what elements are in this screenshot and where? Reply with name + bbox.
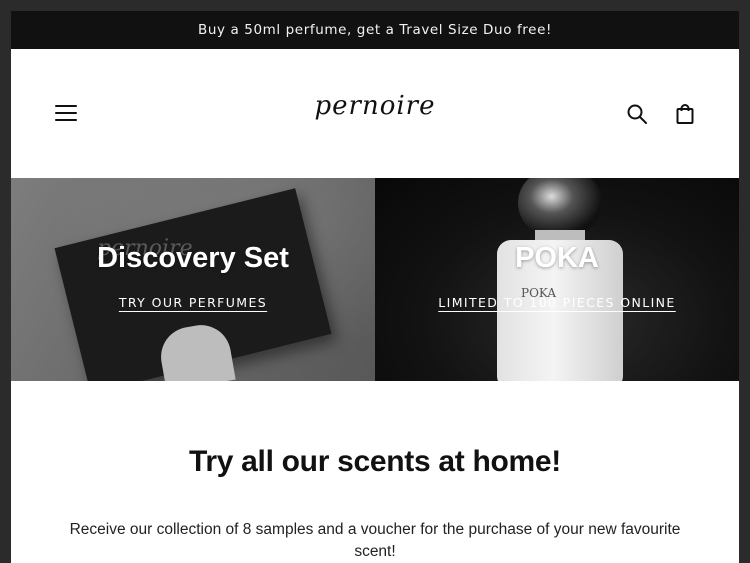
hero-banner: pernoire Discovery Set TRY OUR PERFUMES … — [11, 178, 739, 381]
search-button[interactable] — [626, 103, 648, 125]
shopping-bag-icon — [676, 104, 694, 124]
poka-title: POKA — [515, 242, 599, 274]
discovery-set-tile[interactable]: pernoire Discovery Set TRY OUR PERFUMES — [11, 178, 375, 381]
promo-title: Try all our scents at home! — [188, 445, 561, 478]
bottle-cap-image — [518, 178, 602, 236]
search-icon — [627, 104, 647, 124]
limited-pieces-link[interactable]: LIMITED TO 100 PIECES ONLINE — [375, 295, 739, 310]
site-header: pernoire — [11, 49, 739, 178]
promo-section: Try all our scents at home! Receive our … — [11, 381, 739, 563]
page: Buy a 50ml perfume, get a Travel Size Du… — [11, 11, 739, 563]
poka-tile[interactable]: POKA POKA LIMITED TO 100 PIECES ONLINE — [375, 178, 739, 381]
discovery-set-title: Discovery Set — [97, 242, 289, 274]
announcement-bar[interactable]: Buy a 50ml perfume, get a Travel Size Du… — [11, 11, 739, 49]
try-perfumes-link[interactable]: TRY OUR PERFUMES — [11, 295, 375, 310]
promo-text: Receive our collection of 8 samples and … — [69, 521, 681, 560]
announcement-text[interactable]: Buy a 50ml perfume, get a Travel Size Du… — [198, 22, 552, 38]
cart-button[interactable] — [674, 103, 696, 125]
